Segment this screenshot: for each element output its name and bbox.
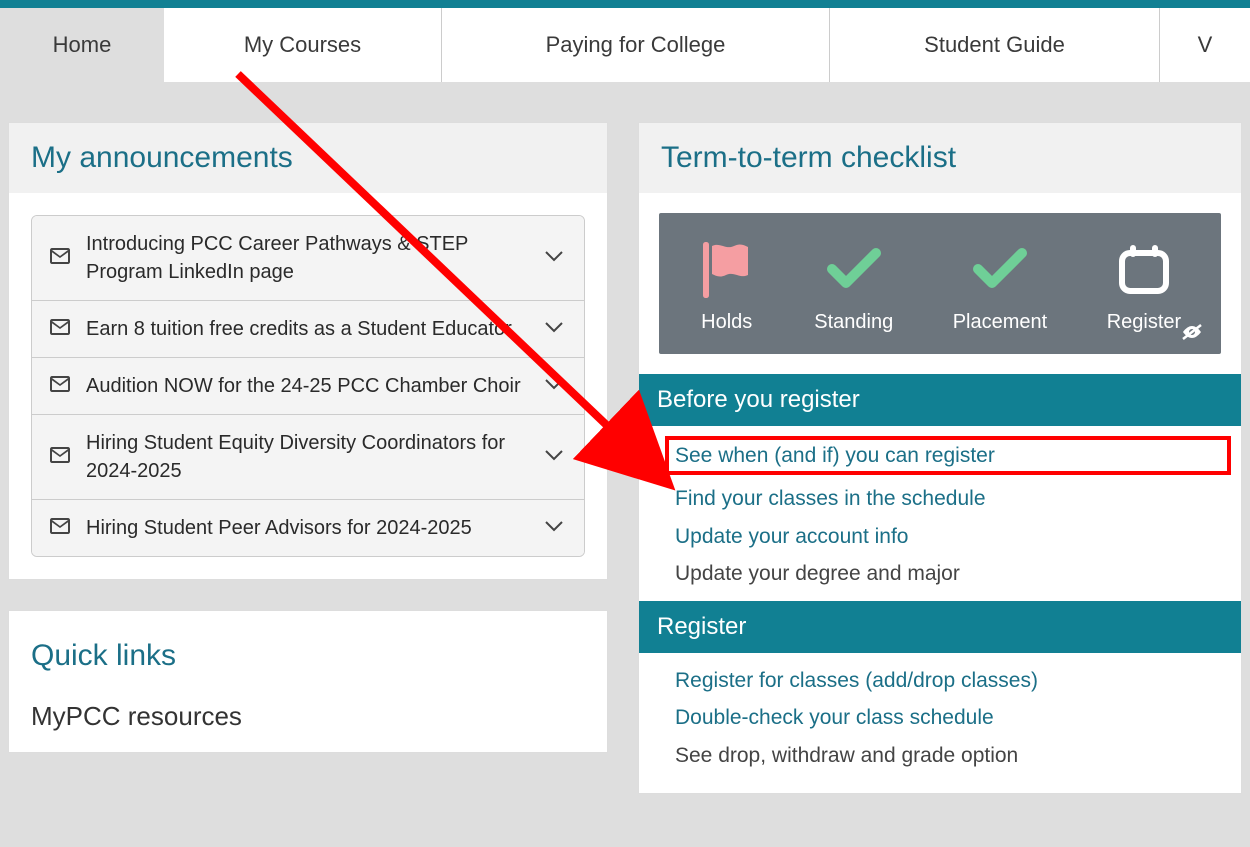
register-links: Register for classes (add/drop classes) …: [639, 653, 1241, 783]
announcement-title-text: Hiring Student Equity Diversity Coordina…: [86, 429, 530, 485]
announcement-item[interactable]: Audition NOW for the 24-25 PCC Chamber C…: [32, 358, 584, 415]
nav-home[interactable]: Home: [0, 8, 164, 82]
status-box: Holds Standing Placement: [659, 213, 1221, 354]
calendar-icon: [1116, 241, 1172, 297]
checklist-title: Term-to-term checklist: [639, 123, 1241, 193]
nav-student-guide[interactable]: Student Guide: [830, 8, 1160, 82]
status-standing[interactable]: Standing: [814, 241, 893, 334]
link-update-account[interactable]: Update your account info: [675, 523, 1231, 550]
chevron-down-icon: [544, 249, 566, 267]
announcement-title-text: Hiring Student Peer Advisors for 2024-20…: [86, 514, 530, 542]
link-see-when-register[interactable]: See when (and if) you can register: [675, 444, 995, 467]
announcement-item[interactable]: Hiring Student Peer Advisors for 2024-20…: [32, 500, 584, 556]
link-register-classes[interactable]: Register for classes (add/drop classes): [675, 667, 1231, 694]
content-area: My announcements Introducing PCC Career …: [0, 82, 1250, 824]
status-holds-label: Holds: [701, 311, 752, 334]
main-nav: Home My Courses Paying for College Stude…: [0, 8, 1250, 82]
left-column: My announcements Introducing PCC Career …: [8, 122, 608, 824]
announcement-item[interactable]: Hiring Student Equity Diversity Coordina…: [32, 415, 584, 500]
before-register-heading: Before you register: [639, 374, 1241, 426]
right-column: Term-to-term checklist Holds Standing: [638, 122, 1242, 824]
announcements-accordion: Introducing PCC Career Pathways & STEP P…: [31, 215, 585, 557]
envelope-icon: [50, 447, 72, 468]
announcements-body: Introducing PCC Career Pathways & STEP P…: [9, 193, 607, 579]
chevron-down-icon: [544, 377, 566, 395]
announcement-title-text: Audition NOW for the 24-25 PCC Chamber C…: [86, 372, 530, 400]
nav-my-courses[interactable]: My Courses: [164, 8, 442, 82]
announcement-item[interactable]: Introducing PCC Career Pathways & STEP P…: [32, 216, 584, 301]
top-accent-bar: [0, 0, 1250, 8]
before-register-links: See when (and if) you can register Find …: [639, 426, 1241, 601]
chevron-down-icon: [544, 320, 566, 338]
link-find-classes[interactable]: Find your classes in the schedule: [675, 485, 1231, 512]
eye-off-icon[interactable]: [1181, 323, 1203, 346]
announcement-item[interactable]: Earn 8 tuition free credits as a Student…: [32, 301, 584, 358]
status-register[interactable]: Register: [1107, 241, 1181, 334]
quick-links-panel: Quick links MyPCC resources: [8, 610, 608, 753]
link-see-drop-withdraw[interactable]: See drop, withdraw and grade option: [675, 742, 1231, 769]
status-placement[interactable]: Placement: [953, 241, 1048, 334]
status-placement-label: Placement: [953, 311, 1048, 334]
nav-paying-for-college[interactable]: Paying for College: [442, 8, 830, 82]
link-update-degree-major[interactable]: Update your degree and major: [675, 560, 1231, 587]
announcement-title-text: Introducing PCC Career Pathways & STEP P…: [86, 230, 530, 286]
status-register-label: Register: [1107, 311, 1181, 334]
announcements-panel: My announcements Introducing PCC Career …: [8, 122, 608, 580]
status-standing-label: Standing: [814, 311, 893, 334]
envelope-icon: [50, 319, 72, 340]
chevron-down-icon: [544, 519, 566, 537]
announcement-title-text: Earn 8 tuition free credits as a Student…: [86, 315, 530, 343]
envelope-icon: [50, 248, 72, 269]
annotation-highlight-box: See when (and if) you can register: [665, 436, 1231, 475]
check-icon: [826, 241, 882, 297]
quick-links-title: Quick links: [9, 611, 607, 683]
check-icon: [972, 241, 1028, 297]
announcements-title: My announcements: [9, 123, 607, 193]
nav-more[interactable]: V: [1160, 8, 1250, 82]
flag-icon: [699, 241, 755, 297]
register-heading: Register: [639, 601, 1241, 653]
envelope-icon: [50, 376, 72, 397]
chevron-down-icon: [544, 448, 566, 466]
checklist-panel: Term-to-term checklist Holds Standing: [638, 122, 1242, 794]
status-holds[interactable]: Holds: [699, 241, 755, 334]
envelope-icon: [50, 518, 72, 539]
link-double-check-schedule[interactable]: Double-check your class schedule: [675, 704, 1231, 731]
quick-links-subtitle: MyPCC resources: [9, 683, 607, 732]
